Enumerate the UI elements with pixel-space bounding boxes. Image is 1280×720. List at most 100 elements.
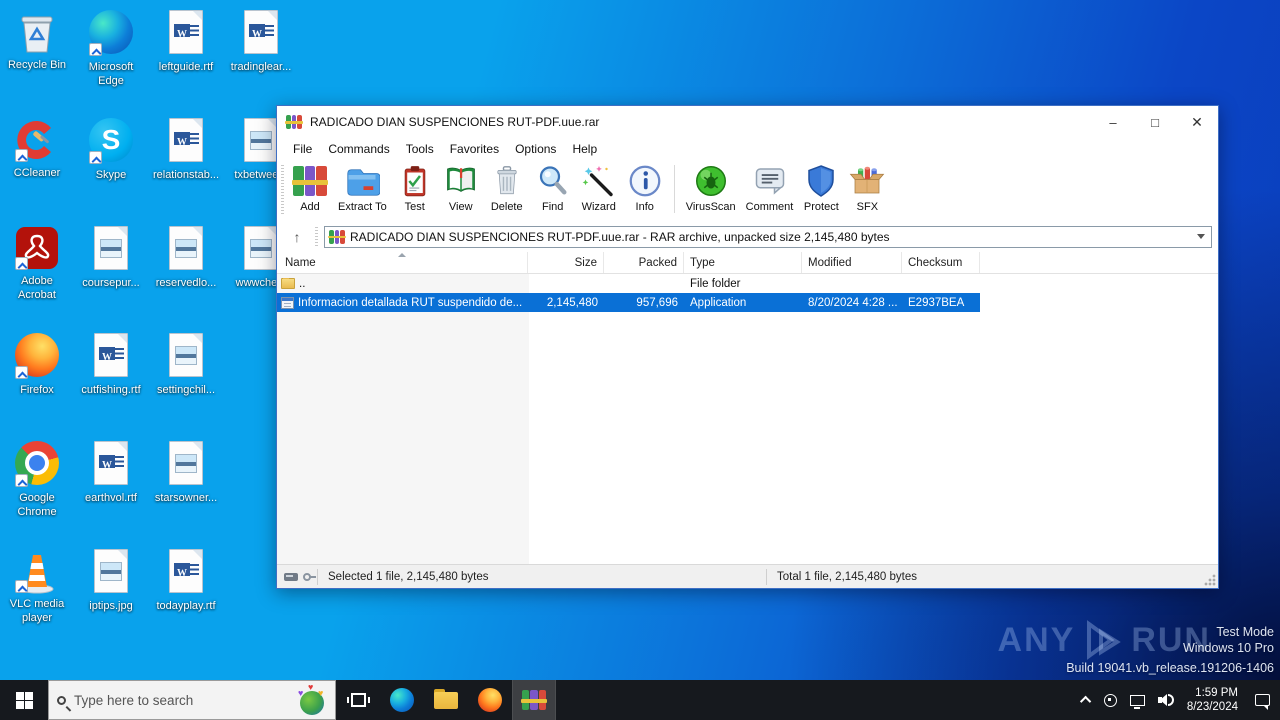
column-header-packed[interactable]: Packed (604, 252, 684, 273)
status-selected-text: Selected 1 file, 2,145,480 bytes (328, 570, 489, 583)
desktop-icon-relationstab[interactable]: relationstab... (150, 116, 222, 183)
taskbar-firefox-button[interactable] (468, 680, 512, 720)
desktop-icon-label: tradinglear... (230, 61, 292, 73)
menu-options[interactable]: Options (507, 140, 564, 158)
ccleaner-icon (13, 116, 61, 164)
desktop-icon-label: starsowner... (154, 492, 218, 504)
desktop-icon-recycle-bin[interactable]: Recycle Bin (1, 8, 73, 73)
virusscan-button[interactable]: VirusScan (681, 161, 741, 213)
desktop-icon-ccleaner[interactable]: CCleaner (1, 116, 73, 181)
menu-commands[interactable]: Commands (320, 140, 397, 158)
windows-logo-icon (15, 691, 33, 709)
taskbar-search-input[interactable]: Type here to search ♥ ♥ ♥ (48, 680, 336, 720)
sfx-box-icon (849, 162, 885, 200)
anyrun-brand-left: ANY (997, 621, 1076, 659)
find-button[interactable]: Find (530, 161, 576, 213)
wizard-button[interactable]: Wizard (576, 161, 622, 213)
desktop-icon-adobe-acrobat[interactable]: Adobe Acrobat (1, 224, 73, 303)
sfx-button[interactable]: SFX (844, 161, 890, 213)
desktop-icon-todayplay[interactable]: todayplay.rtf (150, 547, 222, 614)
view-book-icon (443, 162, 479, 200)
desktop-icon-tradinglear[interactable]: tradinglear... (225, 8, 297, 75)
protect-button[interactable]: Protect (798, 161, 844, 213)
desktop-icon-earthvol[interactable]: earthvol.rtf (75, 439, 147, 506)
table-row-selected-file[interactable]: Informacion detallada RUT suspendido de.… (277, 293, 1218, 312)
shortcut-arrow-icon (89, 43, 102, 56)
title-bar[interactable]: RADICADO DIAN SUSPENCIONES RUT-PDF.uue.r… (277, 106, 1218, 138)
network-icon[interactable] (1129, 694, 1145, 709)
desktop-icon-firefox[interactable]: Firefox (1, 331, 73, 398)
info-button[interactable]: Info (622, 161, 668, 213)
vlc-icon (13, 547, 61, 595)
taskbar-winrar-button[interactable] (512, 680, 556, 720)
file-list[interactable]: .. File folder Informacion detallada RUT… (277, 274, 1218, 566)
desktop-icon-reservedlo[interactable]: reservedlo... (150, 224, 222, 291)
desktop-icon-label: cutfishing.rtf (81, 384, 141, 396)
add-icon (292, 162, 328, 200)
resize-grip[interactable] (1204, 574, 1216, 586)
tray-chevron-up-icon[interactable] (1079, 695, 1092, 708)
winrar-app-icon (285, 115, 303, 129)
column-header-name[interactable]: Name (277, 252, 528, 273)
virusscan-icon (686, 162, 736, 200)
search-highlights-icon[interactable]: ♥ ♥ ♥ (297, 683, 327, 715)
table-row-parent-folder[interactable]: .. File folder (277, 274, 1218, 293)
desktop-icon-iptips[interactable]: iptips.jpg (75, 547, 147, 614)
name-column-shading (277, 274, 529, 566)
column-header-type[interactable]: Type (684, 252, 802, 273)
start-button[interactable] (0, 680, 48, 720)
extract-to-button[interactable]: Extract To (333, 161, 392, 213)
toolbar-separator (673, 165, 675, 213)
taskbar-edge-button[interactable] (380, 680, 424, 720)
taskbar-clock[interactable]: 1:59 PM 8/23/2024 (1187, 686, 1238, 714)
task-view-button[interactable] (336, 680, 380, 720)
menu-file[interactable]: File (285, 140, 320, 158)
shortcut-arrow-icon (15, 149, 28, 162)
comment-button[interactable]: Comment (741, 161, 799, 213)
column-header-filler (980, 252, 1218, 273)
key-status-icon[interactable] (303, 572, 316, 581)
test-button[interactable]: Test (392, 161, 438, 213)
desktop-icon-microsoft-edge[interactable]: Microsoft Edge (75, 8, 147, 89)
menu-favorites[interactable]: Favorites (442, 140, 507, 158)
desktop-icon-skype[interactable]: Skype (75, 116, 147, 183)
menu-help[interactable]: Help (564, 140, 605, 158)
desktop-icon-google-chrome[interactable]: Google Chrome (1, 439, 73, 520)
cell-packed: 957,696 (636, 296, 678, 309)
column-header-size[interactable]: Size (528, 252, 604, 273)
screen: Recycle Bin Microsoft Edge leftguide.rtf… (0, 0, 1280, 720)
maximize-button[interactable]: □ (1134, 107, 1176, 137)
word-document-icon (87, 441, 135, 489)
recycle-bin-icon (13, 8, 61, 56)
find-magnifier-icon (535, 162, 571, 200)
winrar-window: RADICADO DIAN SUSPENCIONES RUT-PDF.uue.r… (276, 105, 1219, 589)
taskbar-explorer-button[interactable] (424, 680, 468, 720)
skype-icon (87, 118, 135, 166)
delete-button[interactable]: Delete (484, 161, 530, 213)
address-drag-handle[interactable] (315, 226, 318, 247)
desktop-icon-leftguide[interactable]: leftguide.rtf (150, 8, 222, 75)
desktop-icon-cutfishing[interactable]: cutfishing.rtf (75, 331, 147, 398)
menu-tools[interactable]: Tools (398, 140, 442, 158)
column-header-modified[interactable]: Modified (802, 252, 902, 273)
dropdown-chevron-icon[interactable] (1197, 234, 1205, 239)
up-one-level-button[interactable]: ↑ (285, 226, 309, 248)
desktop[interactable]: Recycle Bin Microsoft Edge leftguide.rtf… (0, 0, 1280, 680)
desktop-icon-vlc[interactable]: VLC media player (1, 547, 73, 626)
close-button[interactable]: ✕ (1176, 107, 1218, 137)
application-file-icon (281, 296, 294, 309)
minimize-button[interactable]: – (1092, 107, 1134, 137)
speaker-icon[interactable] (1157, 693, 1174, 707)
action-center-icon[interactable] (1255, 694, 1270, 710)
window-title: RADICADO DIAN SUSPENCIONES RUT-PDF.uue.r… (310, 115, 600, 129)
view-button[interactable]: View (438, 161, 484, 213)
desktop-icon-coursepur[interactable]: coursepur... (75, 224, 147, 291)
desktop-icon-settingchil[interactable]: settingchil... (150, 331, 222, 398)
add-button[interactable]: Add (287, 161, 333, 213)
column-header-checksum[interactable]: Checksum (902, 252, 980, 273)
cell-type: Application (690, 296, 747, 309)
desktop-icon-starsowner[interactable]: starsowner... (150, 439, 222, 506)
shortcut-arrow-icon (15, 474, 28, 487)
archive-path-combobox[interactable]: RADICADO DIAN SUSPENCIONES RUT-PDF.uue.r… (324, 225, 1212, 248)
tray-agent-icon[interactable] (1103, 693, 1117, 707)
